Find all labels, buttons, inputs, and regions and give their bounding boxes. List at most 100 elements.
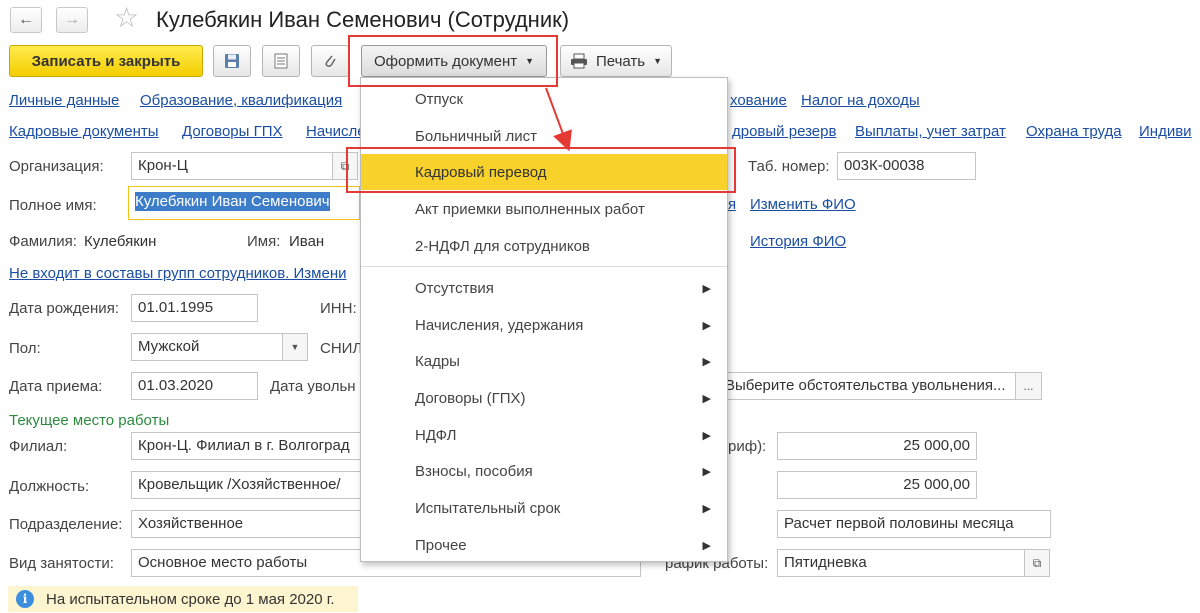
menu-separator xyxy=(361,266,727,267)
link-education[interactable]: Образование, квалификация xyxy=(140,92,342,109)
forward-button[interactable]: → xyxy=(56,7,88,33)
menu-item-label: Прочее xyxy=(415,536,467,554)
chevron-right-icon: ▶ xyxy=(702,429,711,442)
fio-history-link[interactable]: История ФИО xyxy=(750,233,846,250)
sex-label: Пол: xyxy=(9,340,41,357)
probation-text: На испытательном сроке до 1 мая 2020 г. xyxy=(46,590,335,608)
org-label: Организация: xyxy=(9,158,104,175)
name-label: Имя: xyxy=(247,233,281,250)
menu-item-work-acceptance[interactable]: Акт приемки выполненных работ xyxy=(361,191,727,227)
info-icon: i xyxy=(16,590,34,608)
arrow-left-icon: ← xyxy=(18,11,34,28)
link-income-tax[interactable]: Налог на доходы xyxy=(801,92,920,109)
link-individual[interactable]: Индиви xyxy=(1139,123,1192,140)
link-insurance[interactable]: хование xyxy=(730,92,787,109)
link-labor-safety[interactable]: Охрана труда xyxy=(1026,123,1122,140)
open-schedule-button[interactable]: ⧉ xyxy=(1024,549,1050,577)
menu-item-absences[interactable]: Отсутствия ▶ xyxy=(361,270,727,306)
print-button[interactable]: Печать ▼ xyxy=(560,45,672,77)
menu-item-label: Договоры (ГПХ) xyxy=(415,389,526,407)
menu-item-label: Испытательный срок xyxy=(415,499,561,517)
snils-label: СНИЛ xyxy=(320,340,363,357)
link-personal-data[interactable]: Личные данные xyxy=(9,92,119,109)
sex-dropdown-button[interactable]: ▼ xyxy=(282,333,308,361)
dept-label: Подразделение: xyxy=(9,516,123,533)
menu-item-2ndfl[interactable]: 2-НДФЛ для сотрудников xyxy=(361,228,727,264)
employment-label: Вид занятости: xyxy=(9,555,114,572)
groups-link[interactable]: Не входит в составы групп сотрудников. И… xyxy=(9,265,347,282)
link-payments[interactable]: Выплаты, учет затрат xyxy=(855,123,1006,140)
chevron-down-icon: ▼ xyxy=(290,342,300,352)
name-value: Иван xyxy=(289,233,325,250)
menu-item-ndfl[interactable]: НДФЛ ▶ xyxy=(361,417,727,453)
position-field[interactable]: Кровельщик /Хозяйственное/ xyxy=(131,471,361,499)
dept-field[interactable]: Хозяйственное xyxy=(131,510,361,538)
tariff-label: риф): xyxy=(728,438,767,455)
org-field[interactable]: Крон-Ц xyxy=(131,152,333,180)
tariff-field[interactable]: 25 000,00 xyxy=(777,432,977,460)
save-and-close-button[interactable]: Записать и закрыть xyxy=(9,45,203,77)
back-button[interactable]: ← xyxy=(10,7,42,33)
print-label: Печать xyxy=(595,52,646,70)
list-button[interactable] xyxy=(262,45,300,77)
chevron-down-icon: ▼ xyxy=(653,56,663,66)
chevron-right-icon: ▶ xyxy=(702,539,711,552)
menu-item-label: НДФЛ xyxy=(415,426,457,444)
save-button[interactable] xyxy=(213,45,251,77)
surname-value: Кулебякин xyxy=(84,233,157,250)
menu-item-label: Кадры xyxy=(415,352,460,370)
surname-label: Фамилия: xyxy=(9,233,77,250)
tab-no-field[interactable]: 003К-00038 xyxy=(837,152,976,180)
hire-field[interactable]: 01.03.2020 xyxy=(131,372,258,400)
menu-item-label: Акт приемки выполненных работ xyxy=(415,200,645,218)
current-work-heading: Текущее место работы xyxy=(9,412,170,429)
dismiss-reason-field[interactable]: Выберите обстоятельства увольнения... xyxy=(718,372,1016,400)
link-gph-contracts[interactable]: Договоры ГПХ xyxy=(182,123,283,140)
chevron-right-icon: ▶ xyxy=(702,282,711,295)
list-icon xyxy=(274,53,288,69)
probation-info-bar: i На испытательном сроке до 1 мая 2020 г… xyxy=(8,586,358,612)
inn-label: ИНН: xyxy=(320,300,357,317)
menu-item-probation[interactable]: Испытательный срок ▶ xyxy=(361,490,727,526)
arrow-right-icon: → xyxy=(64,11,80,28)
link-hr-documents[interactable]: Кадровые документы xyxy=(9,123,159,140)
salary-field[interactable]: 25 000,00 xyxy=(777,471,977,499)
link-hr-reserve[interactable]: дровый резерв xyxy=(732,123,836,140)
highlight-transfer-item xyxy=(346,147,736,193)
chevron-right-icon: ▶ xyxy=(702,465,711,478)
birth-field[interactable]: 01.01.1995 xyxy=(131,294,258,322)
page-title: Кулебякин Иван Семенович (Сотрудник) xyxy=(156,7,570,32)
branch-label: Филиал: xyxy=(9,438,68,455)
chevron-right-icon: ▶ xyxy=(702,319,711,332)
open-icon: ⧉ xyxy=(1032,555,1042,570)
branch-field[interactable]: Крон-Ц. Филиал в г. Волгоград xyxy=(131,432,361,460)
floppy-disk-icon xyxy=(225,54,239,68)
link-accruals[interactable]: Начисле xyxy=(306,123,366,140)
schedule-field[interactable]: Пятидневка xyxy=(777,549,1025,577)
dismiss-reason-select-button[interactable]: ... xyxy=(1015,372,1042,400)
menu-item-gph-contracts[interactable]: Договоры (ГПХ) ▶ xyxy=(361,380,727,416)
position-label: Должность: xyxy=(9,478,90,495)
menu-item-personnel[interactable]: Кадры ▶ xyxy=(361,343,727,379)
chevron-right-icon: ▶ xyxy=(702,392,711,405)
star-icon[interactable]: ☆ xyxy=(114,3,139,33)
menu-item-other[interactable]: Прочее ▶ xyxy=(361,527,727,563)
chevron-right-icon: ▶ xyxy=(702,355,711,368)
birth-label: Дата рождения: xyxy=(9,300,119,317)
menu-item-accruals[interactable]: Начисления, удержания ▶ xyxy=(361,307,727,343)
sex-select[interactable]: Мужской xyxy=(131,333,283,361)
highlight-create-document xyxy=(348,35,558,87)
fullname-value: Кулебякин Иван Семенович xyxy=(135,192,330,211)
calc-method-field[interactable]: Расчет первой половины месяца xyxy=(777,510,1051,538)
menu-item-label: Начисления, удержания xyxy=(415,316,584,334)
tab-no-label: Таб. номер: xyxy=(748,158,830,175)
menu-item-label: 2-НДФЛ для сотрудников xyxy=(415,237,590,255)
chevron-right-icon: ▶ xyxy=(702,502,711,515)
menu-item-label: Взносы, пособия xyxy=(415,462,533,480)
link-fullname-tail[interactable]: я xyxy=(728,196,736,213)
change-fio-link[interactable]: Изменить ФИО xyxy=(750,196,856,213)
fullname-field[interactable]: Кулебякин Иван Семенович xyxy=(128,186,360,220)
menu-item-contributions[interactable]: Взносы, пособия ▶ xyxy=(361,453,727,489)
paperclip-icon xyxy=(325,55,336,67)
attach-button[interactable] xyxy=(311,45,349,77)
